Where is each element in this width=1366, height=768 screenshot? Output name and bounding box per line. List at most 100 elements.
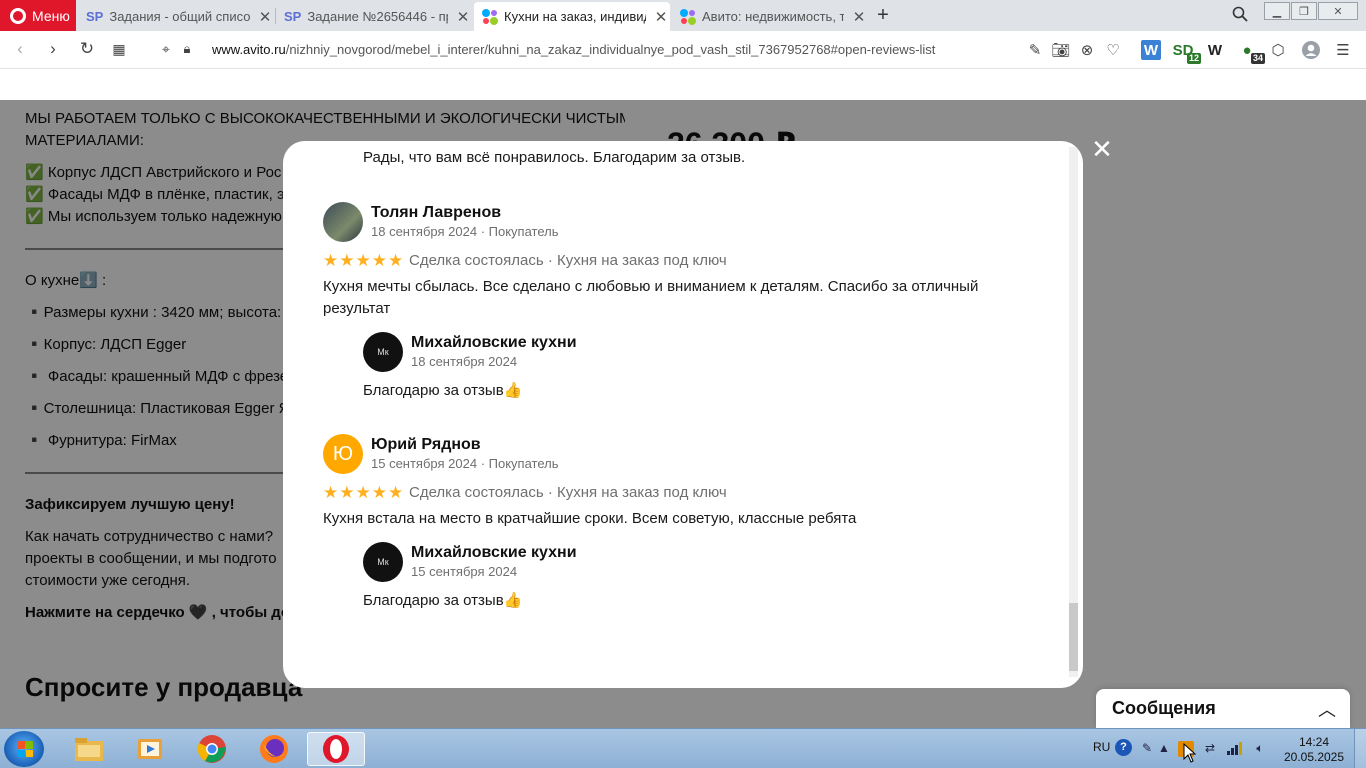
star-icon: ★ xyxy=(355,483,371,502)
url-domain: www.avito.ru xyxy=(212,42,286,57)
star-icon: ★ xyxy=(371,251,387,270)
reload-icon[interactable]: ↻ xyxy=(77,39,97,59)
review-text: результат xyxy=(323,300,391,317)
media-player-taskbar-icon[interactable] xyxy=(121,732,179,766)
seller-name[interactable]: Михайловские кухни xyxy=(411,334,577,352)
reply-date: 15 сентября 2024 xyxy=(411,564,518,579)
star-icon: ★ xyxy=(355,251,371,270)
close-modal-icon[interactable]: ✕ xyxy=(1089,136,1115,162)
start-button[interactable] xyxy=(4,731,44,767)
previous-reply-text: Рады, что вам всё понравилось. Благодари… xyxy=(363,149,746,166)
messages-panel[interactable]: Сообщения ︿ xyxy=(1096,689,1350,728)
menu-label: Меню xyxy=(32,7,70,24)
volume-icon[interactable]: 🔈︎ xyxy=(1252,741,1268,757)
opera-logo-icon xyxy=(10,7,26,24)
badge-count: 34 xyxy=(1250,53,1265,64)
clock-date: 20.05.2025 xyxy=(1283,750,1345,764)
network-signal-icon[interactable] xyxy=(1227,741,1243,757)
location-pin-icon[interactable]: ⌖ xyxy=(156,41,176,58)
edit-icon[interactable]: ✎ xyxy=(1025,40,1045,60)
camera-icon[interactable]: 📷︎ xyxy=(1051,40,1071,60)
mouse-cursor-icon xyxy=(1183,742,1197,768)
sp-icon: SP xyxy=(86,9,104,24)
heart-icon[interactable]: ♡ xyxy=(1103,40,1123,60)
sp-icon: SP xyxy=(284,9,302,24)
word-extension-icon[interactable]: W xyxy=(1141,40,1161,60)
tab-tasks-list[interactable]: SP Задания - общий список з ✕ xyxy=(78,2,274,31)
close-icon[interactable]: ✕ xyxy=(850,8,868,26)
avito-icon xyxy=(680,8,696,25)
profile-icon[interactable] xyxy=(1301,40,1321,60)
reply-date: 18 сентября 2024 xyxy=(411,354,518,369)
deal-status: Сделка состоялась · Кухня на заказ под к… xyxy=(409,484,727,501)
close-icon[interactable]: ✕ xyxy=(652,8,670,26)
help-icon[interactable]: ? xyxy=(1115,739,1132,756)
sync-icon[interactable]: ⇄ xyxy=(1202,741,1218,757)
reviewer-avatar[interactable]: Ю xyxy=(323,434,363,474)
opera-menu-button[interactable]: Меню xyxy=(0,0,76,31)
messages-title: Сообщения xyxy=(1112,698,1216,718)
url-path: /nizhniy_novgorod/mebel_i_interer/kuhni_… xyxy=(285,42,936,57)
forward-icon[interactable]: › xyxy=(43,39,63,59)
tab-title: Задание №2656446 - прос xyxy=(307,9,448,24)
w-extension-icon[interactable]: W xyxy=(1205,40,1225,60)
close-icon[interactable]: ✕ xyxy=(256,8,274,26)
sd-extension-icon[interactable]: SD 12 xyxy=(1173,40,1201,64)
lock-icon[interactable]: 🔒︎ xyxy=(177,41,197,57)
reply-text: Благодарю за отзыв👍 xyxy=(363,382,523,399)
star-icon: ★ xyxy=(323,483,339,502)
seller-avatar[interactable]: Мк xyxy=(363,542,403,582)
star-icon: ★ xyxy=(388,483,404,502)
tab-task-2656446[interactable]: SP Задание №2656446 - прос ✕ xyxy=(276,2,472,31)
rating-stars: ★ ★ ★ ★ ★ xyxy=(323,484,403,501)
language-indicator[interactable]: RU xyxy=(1093,740,1110,754)
browser-tabstrip: Меню SP Задания - общий список з ✕ SP За… xyxy=(0,0,1366,31)
tab-avito-home[interactable]: Авито: недвижимость, тра ✕ xyxy=(672,2,868,31)
windows-taskbar: RU ? ✎ ▲ ⇄ 🔈︎ 14:24 20.05.2025 xyxy=(0,728,1366,768)
avito-icon xyxy=(482,8,498,25)
easy-setup-icon[interactable]: ☰ xyxy=(1333,40,1353,60)
seller-avatar[interactable]: Мк xyxy=(363,332,403,372)
review-text: Кухня встала на место в кратчайшие сроки… xyxy=(323,510,857,527)
reviewer-name[interactable]: Юрий Ряднов xyxy=(371,436,481,454)
green-extension-icon[interactable]: ● 34 xyxy=(1237,40,1265,64)
rating-stars: ★ ★ ★ ★ ★ xyxy=(323,252,403,269)
modal-scrollbar[interactable] xyxy=(1069,147,1078,677)
tab-title: Задания - общий список з xyxy=(109,9,250,24)
address-bar: ‹ › ↻ ▦ ⌖ 🔒︎ www.avito.ru/nizhniy_novgor… xyxy=(0,31,1366,69)
minimize-button[interactable]: ▁ xyxy=(1264,2,1290,20)
star-icon: ★ xyxy=(388,251,404,270)
tab-title: Авито: недвижимость, тра xyxy=(702,9,844,24)
adblock-icon[interactable]: ⊗ xyxy=(1077,40,1097,60)
reviewer-name[interactable]: Толян Лавренов xyxy=(371,204,501,222)
window-close-button[interactable]: ✕ xyxy=(1318,2,1358,20)
seller-name[interactable]: Михайловские кухни xyxy=(411,544,577,562)
back-icon[interactable]: ‹ xyxy=(10,39,30,59)
star-icon: ★ xyxy=(339,483,355,502)
firefox-taskbar-icon[interactable] xyxy=(245,732,303,766)
system-clock[interactable]: 14:24 20.05.2025 xyxy=(1282,735,1346,765)
opera-taskbar-icon[interactable] xyxy=(307,732,365,766)
tray-expand-icon[interactable]: ▲ xyxy=(1156,741,1172,757)
chrome-taskbar-icon[interactable] xyxy=(183,732,241,766)
cube-icon[interactable]: ⬡ xyxy=(1268,40,1288,60)
maximize-button[interactable]: ❐ xyxy=(1291,2,1317,20)
reviewer-avatar[interactable] xyxy=(323,202,363,242)
speed-dial-icon[interactable]: ▦ xyxy=(109,41,129,58)
review-meta: 18 сентября 2024 · Покупатель xyxy=(371,224,559,239)
chevron-up-icon[interactable]: ︿ xyxy=(1318,696,1336,722)
close-icon[interactable]: ✕ xyxy=(454,8,472,26)
deal-status: Сделка состоялась · Кухня на заказ под к… xyxy=(409,252,727,269)
explorer-taskbar-icon[interactable] xyxy=(60,732,118,766)
scrollbar-thumb[interactable] xyxy=(1069,603,1078,671)
url-field[interactable]: www.avito.ru/nizhniy_novgorod/mebel_i_in… xyxy=(212,42,935,57)
new-tab-button[interactable]: + xyxy=(872,4,894,27)
windows-logo-icon xyxy=(17,741,33,757)
tab-search-icon[interactable] xyxy=(1232,6,1248,27)
show-desktop-button[interactable] xyxy=(1354,729,1366,768)
pen-icon[interactable]: ✎ xyxy=(1139,741,1155,757)
tab-kitchens-active[interactable]: Кухни на заказ, индивидуа ✕ xyxy=(474,2,670,31)
star-icon: ★ xyxy=(339,251,355,270)
review-text: Кухня мечты сбылась. Все сделано с любов… xyxy=(323,278,979,295)
star-icon: ★ xyxy=(323,251,339,270)
